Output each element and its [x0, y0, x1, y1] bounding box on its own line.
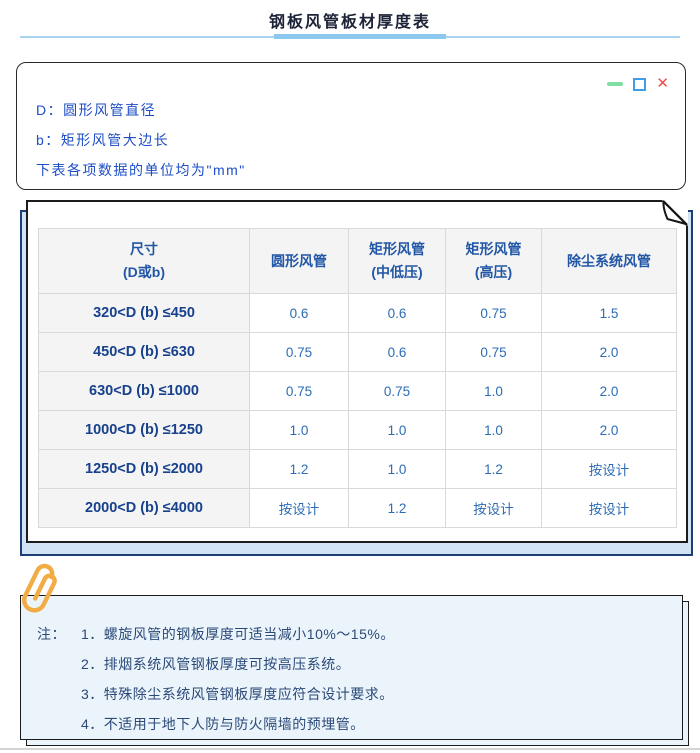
value-cell: 按设计 [446, 489, 542, 528]
legend-line-d: D：圆形风管直径 [36, 95, 645, 125]
size-cell: 320<D (b) ≤450 [39, 294, 250, 333]
legend-lines: D：圆形风管直径 b：矩形风管大边长 下表各项数据的单位均为"mm" [36, 95, 645, 185]
header-cell: 尺寸(D或b) [39, 229, 250, 294]
window-controls: ✕ [607, 77, 669, 91]
legend-line-b: b：矩形风管大边长 [36, 125, 645, 155]
value-cell: 2.0 [542, 411, 677, 450]
table-body: 320<D (b) ≤4500.60.60.751.5450<D (b) ≤63… [39, 294, 677, 528]
size-cell: 450<D (b) ≤630 [39, 333, 250, 372]
size-cell: 1250<D (b) ≤2000 [39, 450, 250, 489]
value-cell: 0.75 [250, 333, 349, 372]
table-row: 450<D (b) ≤6300.750.60.752.0 [39, 333, 677, 372]
value-cell: 1.5 [542, 294, 677, 333]
note-line: 3．特殊除尘系统风管钢板厚度应符合设计要求。 [37, 679, 672, 709]
header-cell: 矩形风管(中低压) [349, 229, 446, 294]
value-cell: 2.0 [542, 372, 677, 411]
title-divider-accent [274, 34, 446, 39]
close-icon[interactable]: ✕ [656, 77, 669, 91]
table-header-row: 尺寸(D或b)圆形风管矩形风管(中低压)矩形风管(高压)除尘系统风管 [39, 229, 677, 294]
value-cell: 按设计 [542, 450, 677, 489]
maximize-icon[interactable] [633, 78, 646, 91]
value-cell: 1.0 [446, 411, 542, 450]
note-text: 3．特殊除尘系统风管钢板厚度应符合设计要求。 [81, 679, 394, 709]
legend-line-unit: 下表各项数据的单位均为"mm" [36, 155, 645, 185]
bottom-divider [0, 748, 700, 750]
table-row: 1250<D (b) ≤20001.21.01.2按设计 [39, 450, 677, 489]
value-cell: 2.0 [542, 333, 677, 372]
value-cell: 0.6 [250, 294, 349, 333]
value-cell: 1.0 [349, 411, 446, 450]
size-cell: 630<D (b) ≤1000 [39, 372, 250, 411]
note-line: 4．不适用于地下人防与防火隔墙的预埋管。 [37, 709, 672, 739]
table-row: 2000<D (b) ≤4000按设计1.2按设计按设计 [39, 489, 677, 528]
value-cell: 0.6 [349, 333, 446, 372]
value-cell: 按设计 [250, 489, 349, 528]
size-cell: 2000<D (b) ≤4000 [39, 489, 250, 528]
table-row: 1000<D (b) ≤12501.01.01.02.0 [39, 411, 677, 450]
thickness-table: 尺寸(D或b)圆形风管矩形风管(中低压)矩形风管(高压)除尘系统风管 320<D… [38, 228, 677, 528]
value-cell: 1.0 [446, 372, 542, 411]
value-cell: 0.75 [446, 333, 542, 372]
note-text: 2．排烟系统风管钢板厚度可按高压系统。 [81, 649, 350, 679]
note-text: 1．螺旋风管的钢板厚度可适当减小10%～15%。 [81, 619, 395, 649]
value-cell: 1.2 [349, 489, 446, 528]
table-row: 630<D (b) ≤10000.750.751.02.0 [39, 372, 677, 411]
value-cell: 按设计 [542, 489, 677, 528]
value-cell: 0.75 [446, 294, 542, 333]
header-cell: 矩形风管(高压) [446, 229, 542, 294]
value-cell: 1.2 [446, 450, 542, 489]
note-line: 2．排烟系统风管钢板厚度可按高压系统。 [37, 649, 672, 679]
value-cell: 0.75 [250, 372, 349, 411]
sheet-paper: 尺寸(D或b)圆形风管矩形风管(中低压)矩形风管(高压)除尘系统风管 320<D… [26, 200, 688, 543]
minimize-icon[interactable] [607, 82, 623, 86]
size-cell: 1000<D (b) ≤1250 [39, 411, 250, 450]
table-sheet: 尺寸(D或b)圆形风管矩形风管(中低压)矩形风管(高压)除尘系统风管 320<D… [0, 200, 700, 560]
legend-card: ✕ D：圆形风管直径 b：矩形风管大边长 下表各项数据的单位均为"mm" [16, 62, 686, 190]
note-text: 4．不适用于地下人防与防火隔墙的预埋管。 [81, 709, 365, 739]
value-cell: 0.75 [349, 372, 446, 411]
value-cell: 1.0 [349, 450, 446, 489]
article-page: 钢板风管板材厚度表 ✕ D：圆形风管直径 b：矩形风管大边长 下表各项数据的单位… [0, 0, 700, 753]
notes-section: 注： 1．螺旋风管的钢板厚度可适当减小10%～15%。 2．排烟系统风管钢板厚度… [0, 595, 700, 747]
header-cell: 圆形风管 [250, 229, 349, 294]
notes-card: 注： 1．螺旋风管的钢板厚度可适当减小10%～15%。 2．排烟系统风管钢板厚度… [20, 595, 683, 740]
value-cell: 1.0 [250, 411, 349, 450]
value-cell: 1.2 [250, 450, 349, 489]
page-title: 钢板风管板材厚度表 [0, 8, 700, 32]
value-cell: 0.6 [349, 294, 446, 333]
header-cell: 除尘系统风管 [542, 229, 677, 294]
note-line: 注： 1．螺旋风管的钢板厚度可适当减小10%～15%。 [37, 619, 672, 649]
folded-corner-icon [662, 200, 688, 226]
note-prefix: 注： [37, 619, 81, 649]
table-row: 320<D (b) ≤4500.60.60.751.5 [39, 294, 677, 333]
